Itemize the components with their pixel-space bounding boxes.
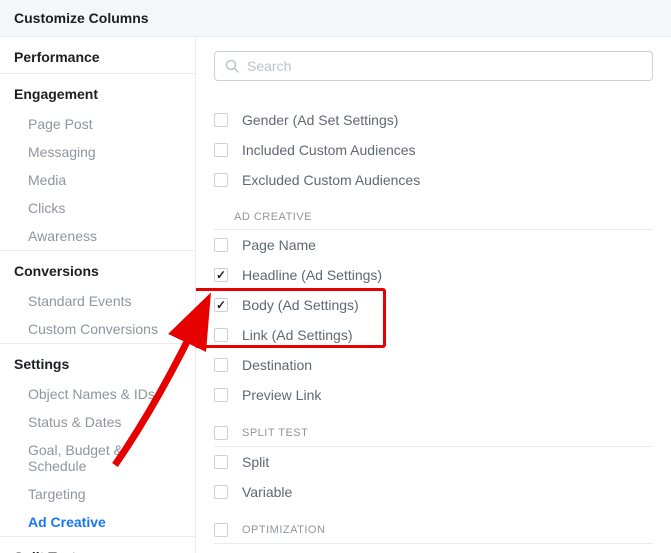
option-label: Page Name (242, 237, 316, 253)
checkbox-icon (214, 455, 228, 469)
dialog-title: Customize Columns (14, 10, 657, 26)
sidebar-item-media[interactable]: Media (0, 166, 195, 194)
section-heading-ad-creative: AD CREATIVE (214, 205, 653, 230)
search-field-wrap[interactable] (214, 51, 653, 81)
checkbox-icon (214, 523, 228, 537)
search-icon (225, 59, 239, 73)
sidebar-item-goal-budget-schedule[interactable]: Goal, Budget & Schedule (0, 436, 195, 480)
option-label: Variable (242, 484, 292, 500)
checkbox-icon (214, 173, 228, 187)
option-label: Split (242, 454, 269, 470)
main-panel: Gender (Ad Set Settings) Included Custom… (196, 37, 671, 553)
sidebar-item-status-dates[interactable]: Status & Dates (0, 408, 195, 436)
sidebar-item-messaging[interactable]: Messaging (0, 138, 195, 166)
checkbox-icon (214, 238, 228, 252)
option-page-name[interactable]: Page Name (214, 230, 653, 260)
checkbox-icon (214, 426, 228, 440)
section-heading-label: OPTIMIZATION (242, 524, 325, 536)
option-destination[interactable]: Destination (214, 350, 653, 380)
option-variable[interactable]: Variable (214, 477, 653, 507)
checkbox-icon (214, 113, 228, 127)
sidebar-group-conversions: Conversions Standard Events Custom Conve… (0, 251, 195, 344)
sidebar-group-split-test: Split Test (0, 537, 195, 553)
option-label: Included Custom Audiences (242, 142, 416, 158)
option-gender[interactable]: Gender (Ad Set Settings) (214, 105, 653, 135)
section-heading-label: SPLIT TEST (242, 427, 308, 439)
sidebar-item-awareness[interactable]: Awareness (0, 222, 195, 250)
option-label: Preview Link (242, 387, 321, 403)
option-included-audiences[interactable]: Included Custom Audiences (214, 135, 653, 165)
option-preview-link[interactable]: Preview Link (214, 380, 653, 410)
sidebar: Performance Engagement Page Post Messagi… (0, 37, 196, 553)
option-label: Headline (Ad Settings) (242, 267, 382, 283)
dialog-header: Customize Columns (0, 0, 671, 37)
sidebar-item-targeting[interactable]: Targeting (0, 480, 195, 508)
sidebar-item-clicks[interactable]: Clicks (0, 194, 195, 222)
checkbox-icon (214, 143, 228, 157)
sidebar-head-settings[interactable]: Settings (0, 344, 195, 380)
checkbox-icon (214, 485, 228, 499)
annotation-highlight-box (196, 288, 386, 348)
sidebar-item-custom-conversions[interactable]: Custom Conversions (0, 315, 195, 343)
sidebar-group-settings: Settings Object Names & IDs Status & Dat… (0, 344, 195, 537)
search-input[interactable] (247, 58, 642, 74)
sidebar-head-conversions[interactable]: Conversions (0, 251, 195, 287)
sidebar-head-engagement[interactable]: Engagement (0, 74, 195, 110)
option-label: Destination (242, 357, 312, 373)
dialog-body: Performance Engagement Page Post Messagi… (0, 37, 671, 553)
sidebar-head-split-test[interactable]: Split Test (0, 537, 195, 553)
sidebar-item-standard-events[interactable]: Standard Events (0, 287, 195, 315)
option-excluded-audiences[interactable]: Excluded Custom Audiences (214, 165, 653, 195)
checkbox-checked-icon (214, 268, 228, 282)
section-heading-split-test: SPLIT TEST (214, 420, 653, 447)
sidebar-group-engagement: Engagement Page Post Messaging Media Cli… (0, 74, 195, 251)
checkbox-icon (214, 358, 228, 372)
sidebar-item-object-names-ids[interactable]: Object Names & IDs (0, 380, 195, 408)
section-heading-label: AD CREATIVE (234, 211, 312, 223)
sidebar-item-page-post[interactable]: Page Post (0, 110, 195, 138)
section-heading-optimization: OPTIMIZATION (214, 517, 653, 544)
sidebar-group-performance: Performance (0, 37, 195, 74)
option-label: Gender (Ad Set Settings) (242, 112, 398, 128)
checkbox-icon (214, 388, 228, 402)
sidebar-head-performance[interactable]: Performance (0, 37, 195, 73)
option-headline[interactable]: Headline (Ad Settings) (214, 260, 653, 290)
option-label: Excluded Custom Audiences (242, 172, 420, 188)
sidebar-item-ad-creative[interactable]: Ad Creative (0, 508, 195, 536)
option-split[interactable]: Split (214, 447, 653, 477)
